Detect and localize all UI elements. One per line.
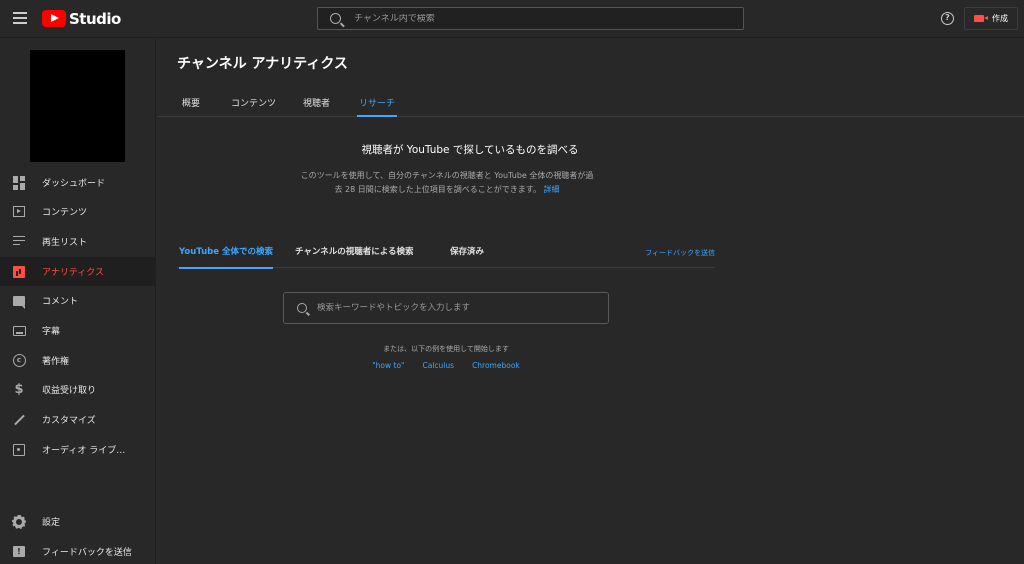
comment-icon	[12, 294, 26, 309]
research-subtabs: YouTube 全体での検索 チャンネルの視聴者による検索 保存済み フィードバ…	[177, 239, 715, 269]
learn-more-link[interactable]: 詳細	[544, 185, 560, 194]
sidebar: ダッシュボード コンテンツ 再生リスト アナリティクス コメント 字幕 c 著作…	[0, 39, 156, 564]
examples-label: または、以下の例を使用して開始します	[383, 345, 509, 353]
example-how-to[interactable]: "how to"	[372, 361, 404, 370]
logo-text: Studio	[69, 9, 121, 28]
analytics-tabs: 概要 コンテンツ 視聴者 リサーチ	[157, 91, 1024, 117]
subtab-channel-audience-search[interactable]: チャンネルの視聴者による検索	[295, 245, 414, 268]
example-calculus[interactable]: Calculus	[423, 361, 455, 370]
sidebar-item-label: オーディオ ライブ…	[42, 446, 126, 456]
sidebar-item-audio-library[interactable]: オーディオ ライブ…	[0, 435, 155, 464]
sidebar-item-label: アナリティクス	[42, 268, 105, 278]
studio-logo[interactable]: Studio	[42, 9, 121, 28]
sidebar-item-label: 字幕	[42, 327, 61, 337]
analytics-icon	[12, 265, 26, 279]
sidebar-item-analytics[interactable]: アナリティクス	[0, 257, 155, 286]
research-description: このツールを使用して、自分のチャンネルの視聴者と YouTube 全体の視聴者が…	[297, 169, 597, 197]
main-content: チャンネル アナリティクス 概要 コンテンツ 視聴者 リサーチ 視聴者が You…	[157, 39, 1024, 564]
sidebar-item-dashboard[interactable]: ダッシュボード	[0, 168, 155, 197]
sidebar-item-settings[interactable]: 設定	[0, 507, 155, 536]
magic-wand-icon	[12, 413, 26, 427]
sidebar-item-customization[interactable]: カスタマイズ	[0, 405, 155, 434]
sidebar-item-label: カスタマイズ	[42, 416, 96, 426]
sidebar-item-earn[interactable]: $ 収益受け取り	[0, 375, 155, 404]
keyword-search-input[interactable]	[317, 303, 597, 313]
top-header: Studio ? 作成	[0, 0, 1024, 38]
sidebar-item-label: フィードバックを送信	[42, 548, 132, 558]
content-icon	[12, 205, 26, 219]
tab-research[interactable]: リサーチ	[356, 96, 398, 117]
sidebar-item-label: 設定	[42, 518, 61, 528]
youtube-play-icon	[42, 10, 66, 27]
help-icon[interactable]: ?	[941, 12, 954, 25]
create-button[interactable]: 作成	[964, 7, 1018, 30]
create-button-label: 作成	[992, 14, 1008, 23]
channel-search-input[interactable]	[354, 13, 714, 24]
feedback-icon: !	[12, 545, 26, 559]
sidebar-item-label: ダッシュボード	[42, 179, 106, 189]
search-icon	[330, 13, 341, 24]
channel-search-box[interactable]	[317, 7, 744, 30]
video-camera-icon	[974, 15, 988, 22]
sidebar-item-content[interactable]: コンテンツ	[0, 197, 155, 226]
sidebar-item-playlists[interactable]: 再生リスト	[0, 227, 155, 256]
sidebar-item-label: 著作権	[42, 357, 70, 367]
feedback-link[interactable]: フィードバックを送信	[645, 248, 715, 258]
sidebar-item-comments[interactable]: コメント	[0, 286, 155, 315]
search-icon	[297, 303, 307, 313]
subtab-youtube-search[interactable]: YouTube 全体での検索	[179, 245, 273, 269]
research-heading: 視聴者が YouTube で探しているものを調べる	[361, 144, 579, 156]
tab-content[interactable]: コンテンツ	[231, 96, 276, 117]
copyright-icon: c	[12, 354, 26, 368]
sidebar-item-label: コンテンツ	[42, 208, 88, 218]
tab-overview[interactable]: 概要	[182, 96, 200, 117]
dollar-icon: $	[14, 382, 24, 397]
subtitles-icon	[12, 324, 26, 338]
sidebar-item-subtitles[interactable]: 字幕	[0, 316, 155, 345]
keyword-search-box[interactable]	[283, 292, 609, 324]
sidebar-item-label: 再生リスト	[42, 238, 88, 248]
example-chromebook[interactable]: Chromebook	[472, 361, 520, 370]
channel-avatar[interactable]	[30, 50, 125, 162]
sidebar-item-copyright[interactable]: c 著作権	[0, 346, 155, 375]
gear-icon	[12, 514, 26, 529]
hamburger-menu-icon[interactable]	[13, 12, 27, 24]
dashboard-icon	[12, 175, 26, 190]
sidebar-item-label: コメント	[42, 297, 79, 307]
subtab-saved[interactable]: 保存済み	[450, 245, 484, 268]
audio-library-icon	[12, 443, 26, 457]
tab-audience[interactable]: 視聴者	[303, 96, 330, 117]
page-title: チャンネル アナリティクス	[177, 56, 348, 72]
example-chips: "how to" Calculus Chromebook	[283, 361, 609, 370]
playlist-icon	[12, 235, 26, 249]
sidebar-item-send-feedback[interactable]: ! フィードバックを送信	[0, 537, 155, 564]
sidebar-item-label: 収益受け取り	[42, 386, 97, 396]
